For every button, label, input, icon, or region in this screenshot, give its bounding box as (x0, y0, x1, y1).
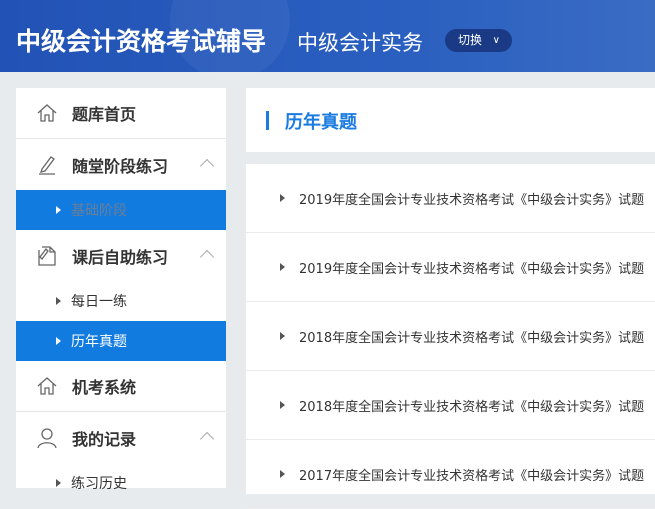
paper-list: 2019年度全国会计专业技术资格考试《中级会计实务》试题 2019年度全国会计专… (246, 164, 655, 509)
sidebar-item-label: 随堂阶段练习 (72, 156, 169, 176)
switch-subject-button[interactable]: 切换 ∨ (445, 29, 512, 52)
sidebar-item-label: 课后自助练习 (72, 247, 169, 267)
paper-title: 2019年度全国会计专业技术资格考试《中级会计实务》试题 (299, 192, 645, 208)
paper-title: 2019年度全国会计专业技术资格考试《中级会计实务》试题 (299, 261, 645, 277)
sidebar-item-stage-practice[interactable]: 随堂阶段练习 (16, 139, 226, 190)
chevron-up-icon[interactable] (199, 249, 215, 265)
subitem-label: 练习历史 (71, 476, 127, 492)
list-item[interactable]: 2018年度全国会计专业技术资格考试《中级会计实务》试题 (246, 302, 655, 371)
home-icon (37, 377, 57, 395)
caret-right-icon (56, 337, 61, 345)
sidebar-item-self-practice[interactable]: 课后自助练习 (16, 230, 226, 281)
caret-right-icon (56, 206, 61, 214)
list-item[interactable]: 2019年度全国会计专业技术资格考试《中级会计实务》试题 (246, 164, 655, 233)
caret-right-icon (56, 297, 61, 305)
sidebar-item-home[interactable]: 题库首页 (16, 88, 226, 139)
title-accent-bar (266, 111, 269, 130)
page-header: 历年真题 (246, 88, 655, 152)
list-item[interactable]: 2019年度全国会计专业技术资格考试《中级会计实务》试题 (246, 233, 655, 302)
edit-icon (39, 155, 55, 175)
chevron-down-icon: ∨ (492, 35, 500, 46)
subitem-label: 每日一练 (71, 294, 127, 310)
sidebar-item-label: 我的记录 (72, 429, 137, 449)
sidebar: 题库首页 随堂阶段练习 基础阶段 课后自助练习 每日一练 历年真题 机考系统 我… (16, 88, 226, 492)
document-edit-icon (38, 245, 56, 266)
chevron-up-icon[interactable] (199, 158, 215, 174)
sidebar-subitem-past-papers[interactable]: 历年真题 (16, 321, 226, 361)
switch-label: 切换 (458, 33, 483, 47)
paper-title: 2017年度全国会计专业技术资格考试《中级会计实务》试题 (299, 468, 645, 484)
paper-title: 2018年度全国会计专业技术资格考试《中级会计实务》试题 (299, 330, 645, 346)
sidebar-subitem-basic[interactable]: 基础阶段 (16, 190, 226, 230)
page-title: 历年真题 (285, 112, 357, 133)
caret-right-icon (280, 332, 285, 340)
sidebar-item-exam-system[interactable]: 机考系统 (16, 361, 226, 412)
list-item[interactable]: 2018年度全国会计专业技术资格考试《中级会计实务》试题 (246, 371, 655, 440)
chevron-up-icon[interactable] (199, 431, 215, 447)
caret-right-icon (280, 263, 285, 271)
sidebar-item-my-records[interactable]: 我的记录 (16, 412, 226, 463)
paper-title: 2018年度全国会计专业技术资格考试《中级会计实务》试题 (299, 399, 645, 415)
caret-right-icon (280, 194, 285, 202)
list-item[interactable]: 2017年度全国会计专业技术资格考试《中级会计实务》试题 (246, 440, 655, 509)
sidebar-subitem-history[interactable]: 练习历史 (16, 463, 226, 503)
header: 中级会计资格考试辅导 中级会计实务 切换 ∨ (0, 0, 655, 80)
user-icon (37, 427, 57, 448)
sidebar-item-label: 题库首页 (72, 105, 137, 124)
caret-right-icon (280, 470, 285, 478)
sidebar-subitem-daily[interactable]: 每日一练 (16, 281, 226, 321)
sidebar-item-label: 机考系统 (72, 378, 137, 397)
subject-title: 中级会计实务 (297, 31, 423, 55)
caret-right-icon (280, 401, 285, 409)
home-icon (37, 104, 57, 122)
app-title: 中级会计资格考试辅导 (16, 27, 267, 56)
subitem-label: 历年真题 (71, 334, 127, 350)
subitem-label: 基础阶段 (71, 203, 127, 219)
